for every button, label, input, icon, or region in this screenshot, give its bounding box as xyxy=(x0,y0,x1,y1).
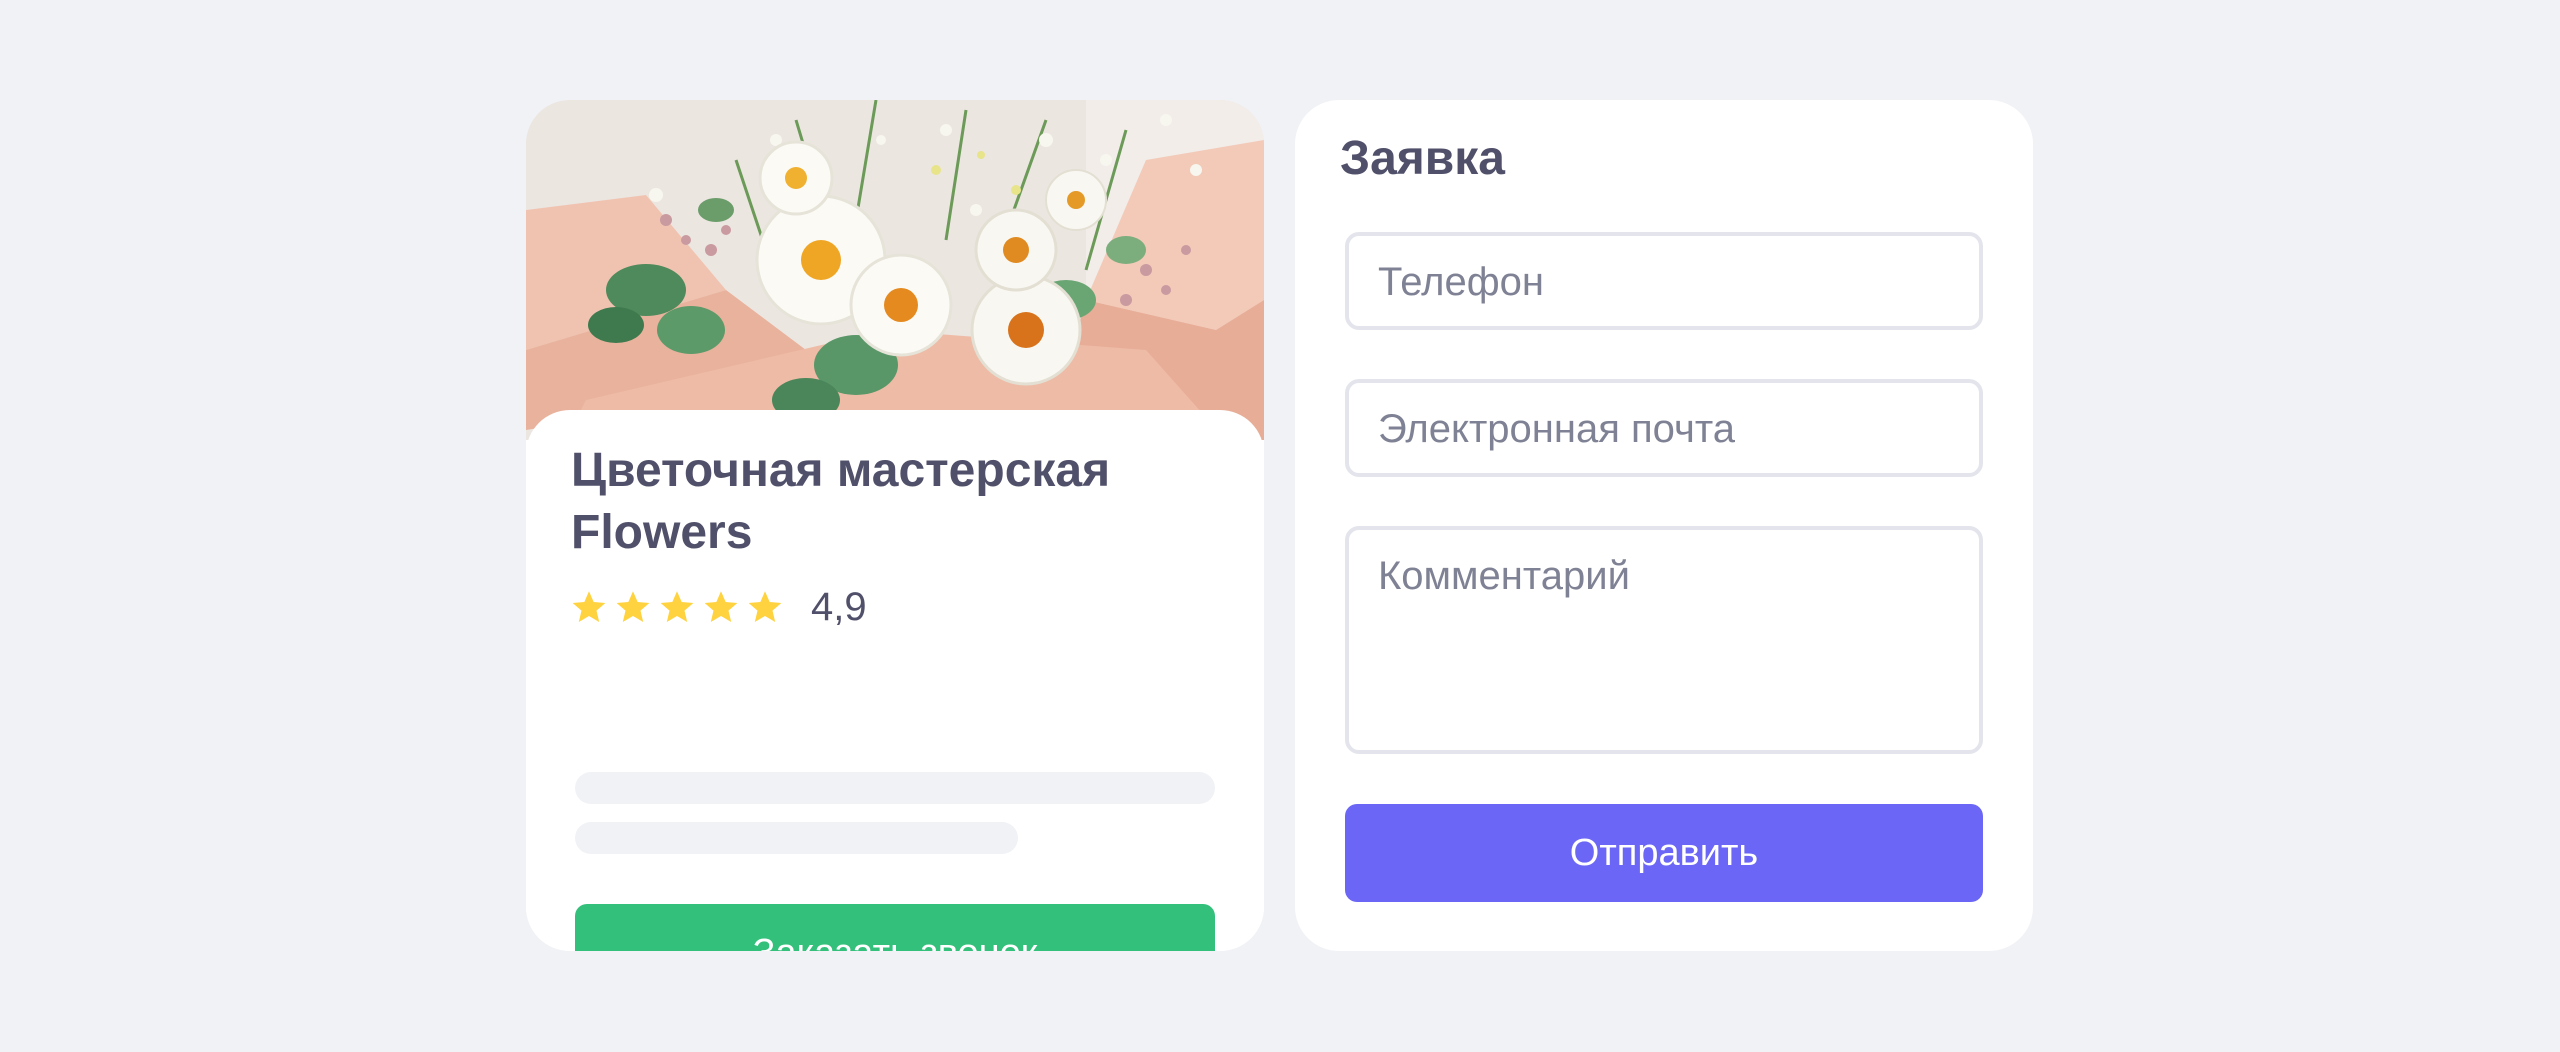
email-input[interactable]: Электронная почта xyxy=(1345,379,1983,477)
star-icon xyxy=(616,591,650,622)
submit-button[interactable]: Отправить xyxy=(1345,804,1983,902)
form-title: Заявка xyxy=(1340,132,1505,185)
star-icon xyxy=(572,591,606,622)
star-icon xyxy=(704,591,738,622)
star-icon xyxy=(660,591,694,622)
comment-placeholder: Комментарий xyxy=(1378,554,1630,598)
rating-value: 4,9 xyxy=(811,585,867,629)
comment-textarea[interactable]: Комментарий xyxy=(1345,526,1983,754)
order-call-button[interactable]: Заказать звонок xyxy=(575,904,1215,951)
rating: 4,9 xyxy=(571,582,867,632)
placeholder-line xyxy=(575,822,1018,854)
shop-info: Цветочная мастерская Flowers 4,9 Заказат… xyxy=(526,410,1264,951)
request-form-card: Заявка Телефон Электронная почта Коммент… xyxy=(1295,100,2033,951)
phone-input[interactable]: Телефон xyxy=(1345,232,1983,330)
phone-placeholder: Телефон xyxy=(1378,260,1544,304)
placeholder-line xyxy=(575,772,1215,804)
shop-title: Цветочная мастерская Flowers xyxy=(571,444,1111,559)
shop-card: Цветочная мастерская Flowers 4,9 Заказат… xyxy=(526,100,1264,951)
star-icon xyxy=(748,591,782,622)
bouquet-image xyxy=(526,100,1264,440)
email-placeholder: Электронная почта xyxy=(1378,407,1735,451)
bouquet-photo xyxy=(526,100,1264,440)
page: Цветочная мастерская Flowers 4,9 Заказат… xyxy=(0,0,2560,1052)
